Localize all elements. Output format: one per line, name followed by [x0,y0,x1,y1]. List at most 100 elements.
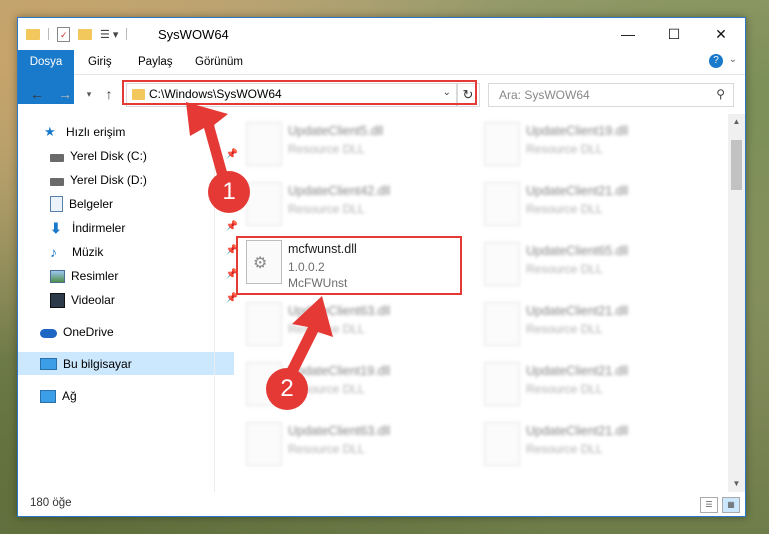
sidebar-item-label: Yerel Disk (C:) [70,148,147,163]
file-list: UpdateClient5.dll Resource DLL UpdateCli… [218,114,728,492]
file-name: UpdateClient5.dll [288,124,384,138]
music-icon: ♪ [50,243,57,260]
scroll-down-arrow-icon[interactable]: ▼ [728,476,745,492]
sidebar-item-label: Müzik [72,244,104,259]
sidebar-item-label: Hızlı erişim [66,124,126,139]
network-icon [40,390,56,403]
new-folder-icon[interactable] [78,28,92,40]
file-item[interactable]: UpdateClient65.dll Resource DLL [478,236,708,290]
step-1-badge: 1 [208,171,250,213]
forward-arrow-icon[interactable]: → [56,85,74,103]
close-button[interactable]: ✕ [698,18,744,50]
sidebar-item-this-pc[interactable]: Bu bilgisayar [18,352,234,375]
search-icon: ⚲ [716,87,725,101]
sidebar-item-network[interactable]: Ağ [18,384,234,407]
sidebar-item-onedrive[interactable]: OneDrive [18,320,234,343]
expand-ribbon-icon[interactable]: ⌄ [729,54,737,65]
sidebar-item-pictures[interactable]: Resimler 📌 [18,264,244,287]
separator [48,28,49,40]
file-name: UpdateClient42.dll [288,184,391,198]
sidebar-item-local-disk-c[interactable]: Yerel Disk (C:) 📌 [18,144,244,167]
file-item[interactable]: UpdateClient21.dll Resource DLL [478,296,708,350]
folder-icon [26,28,40,40]
separator [126,28,128,40]
file-highlight [236,236,462,295]
file-item[interactable]: UpdateClient63.dll Resource DLL [240,416,470,470]
sidebar-item-downloads[interactable]: ⬇ İndirmeler 📌 [18,216,244,239]
vertical-scrollbar[interactable]: ▲ ▼ [728,114,745,492]
scroll-up-arrow-icon[interactable]: ▲ [728,114,745,130]
drive-icon [50,153,64,162]
sidebar-item-label: İndirmeler [72,220,126,235]
sidebar-item-label: Ağ [62,388,77,403]
sidebar-item-label: Videolar [71,292,115,307]
tab-share[interactable]: Paylaş [127,50,184,74]
properties-icon[interactable]: ✓ [57,26,70,42]
minimize-button[interactable]: — [605,18,651,50]
help-icon[interactable]: ? [709,54,723,68]
sidebar-item-label: Bu bilgisayar [63,356,132,371]
file-item[interactable]: UpdateClient21.dll Resource DLL [478,416,708,470]
maximize-button[interactable]: ☐ [651,18,697,50]
search-box[interactable]: Ara: SysWOW64 ⚲ [488,83,734,107]
file-name: UpdateClient21.dll [526,184,629,198]
sidebar-item-label: OneDrive [63,324,114,339]
file-type: Resource DLL [526,142,603,156]
status-bar: 180 öğe ☰ ▦ [18,492,745,516]
title-bar: ✓ ☰ ▾ SysWOW64 — ☐ ✕ [18,18,745,50]
file-name: UpdateClient19.dll [526,124,629,138]
documents-icon [50,195,63,212]
file-name: UpdateClient21.dll [526,424,629,438]
cloud-icon [40,329,57,338]
window-title: SysWOW64 [158,27,229,42]
file-type: Resource DLL [288,442,365,456]
sidebar-item-label: Yerel Disk (D:) [70,172,147,187]
file-item[interactable]: UpdateClient42.dll Resource DLL [240,176,470,230]
file-item[interactable]: UpdateClient63.dll Resource DLL [240,296,470,350]
details-view-icon[interactable]: ☰ [700,497,718,513]
navigation-pane: ★ Hızlı erişim Yerel Disk (C:) 📌 Yerel D… [18,118,238,488]
tab-home[interactable]: Giriş [77,50,123,74]
tiles-view-icon[interactable]: ▦ [722,497,740,513]
scrollbar-thumb[interactable] [731,140,742,190]
sidebar-item-music[interactable]: ♪ Müzik 📌 [18,240,244,263]
file-item[interactable]: UpdateClient5.dll Resource DLL [240,116,470,170]
file-name: UpdateClient21.dll [526,304,629,318]
file-name: UpdateClient65.dll [526,244,629,258]
address-bar-highlight [122,80,477,105]
file-item[interactable]: UpdateClient19.dll Resource DLL [478,116,708,170]
up-arrow-icon[interactable]: ↑ [100,85,118,103]
dll-file-icon [484,302,520,346]
sidebar-item-quick-access[interactable]: ★ Hızlı erişim [18,120,238,143]
dll-file-icon [484,182,520,226]
dll-file-icon [246,182,282,226]
download-icon: ⬇ [50,219,62,236]
star-icon: ★ [44,123,56,139]
dll-file-icon [484,122,520,166]
file-type: Resource DLL [526,442,603,456]
sidebar-item-label: Resimler [71,268,119,283]
quick-access-toolbar: ✓ ☰ ▾ [26,25,128,43]
file-type: Resource DLL [526,262,603,276]
dll-file-icon [484,422,520,466]
file-type: Resource DLL [288,322,365,336]
file-type: Resource DLL [526,382,603,396]
search-input[interactable]: Ara: SysWOW64 [499,88,590,102]
sidebar-item-videos[interactable]: Videolar 📌 [18,288,244,311]
pane-divider [214,114,215,492]
back-arrow-icon[interactable]: ← [28,85,46,103]
dll-file-icon [246,422,282,466]
sidebar-item-label: Belgeler [69,196,114,211]
recent-locations-chevron-icon[interactable]: ▾ [80,85,98,103]
file-type: Resource DLL [288,142,365,156]
file-item[interactable]: UpdateClient21.dll Resource DLL [478,176,708,230]
customize-toolbar-icon[interactable]: ☰ ▾ [100,28,118,41]
dll-file-icon [484,242,520,286]
file-type: Resource DLL [526,322,603,336]
file-item[interactable]: UpdateClient21.dll Resource DLL [478,356,708,410]
file-name: UpdateClient21.dll [526,364,629,378]
tab-view[interactable]: Görünüm [184,50,254,74]
drive-icon [50,177,64,186]
dll-file-icon [246,122,282,166]
file-type: Resource DLL [526,202,603,216]
